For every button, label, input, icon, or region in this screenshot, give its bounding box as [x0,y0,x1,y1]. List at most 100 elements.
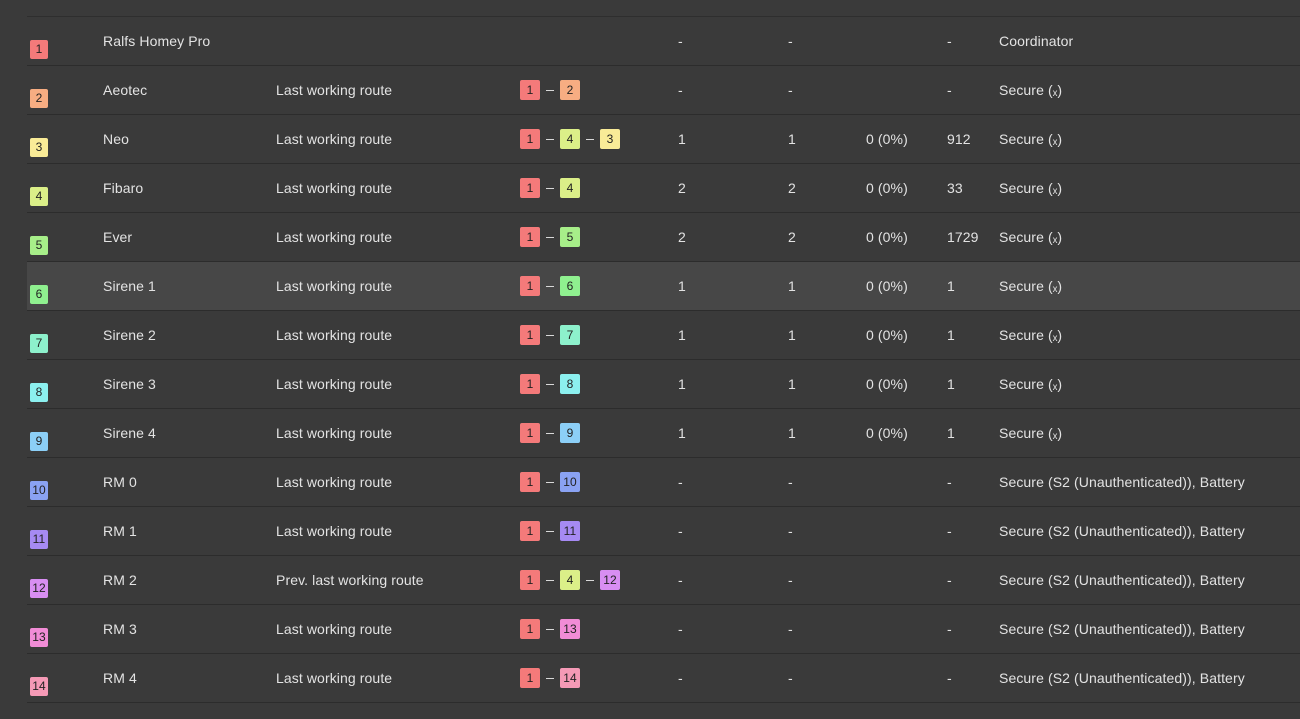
failed-value: 0 (0%) [866,327,908,343]
repeaters-value: 2 [788,180,796,196]
table-row-node-2[interactable]: 2 Aeotec Last working route 12 - - - Sec… [27,66,1300,115]
route-hop-badge: 4 [560,570,580,590]
repeaters-value: 1 [788,131,796,147]
table-row-node-11[interactable]: 11 RM 1 Last working route 1 11 - - - Sec… [27,507,1300,556]
security-value: Secure (S2 (Unauthenticated)), Battery [999,523,1245,539]
table-row-node-9[interactable]: 9 Sirene 4 Last working route 19 1 1 0 (… [27,409,1300,458]
repeaters-value: 1 [788,376,796,392]
route-hop-badge: 1 [520,129,540,149]
route-connector [586,138,594,140]
route-connector [546,383,554,385]
count-value: - [947,670,952,686]
count-value: - [947,33,952,49]
node-id-badge: 12 [30,578,48,598]
count-value: - [947,523,952,539]
node-id-cell: 8 [30,360,48,408]
node-id-cell: 9 [30,409,48,457]
route-connector [546,187,554,189]
route-hop-badge: 3 [600,129,620,149]
repeaters-value: - [788,474,793,490]
table-row-node-5[interactable]: 5 Ever Last working route 15 2 2 0 (0%) … [27,213,1300,262]
count-value: - [947,572,952,588]
security-value: Secure (ₓ) [999,82,1063,98]
route-type: Last working route [276,425,393,441]
table-row-node-10[interactable]: 10 RM 0 Last working route 1 10 - - - Sec… [27,458,1300,507]
node-name: RM 1 [103,523,137,539]
node-name: Sirene 2 [103,327,156,343]
repeaters-value: 1 [788,278,796,294]
failed-value: 0 (0%) [866,131,908,147]
route-type: Last working route [276,131,393,147]
security-value: Secure (ₓ) [999,180,1063,196]
table-row-node-4[interactable]: 4 Fibaro Last working route 14 2 2 0 (0%… [27,164,1300,213]
route-connector [586,579,594,581]
table-row-node-13[interactable]: 13 RM 3 Last working route 1 13 - - - Sec… [27,605,1300,654]
failed-value: 0 (0%) [866,425,908,441]
route-connector [546,481,554,483]
route-path: 1 4 12 [520,556,620,604]
failed-value: 0 (0%) [866,376,908,392]
node-name: RM 3 [103,621,137,637]
route-hop-badge: 1 [520,276,540,296]
hops-value: - [678,670,683,686]
node-id-cell: 2 [30,66,48,114]
table-row-node-3[interactable]: 3 Neo Last working route 143 1 1 0 (0%) … [27,115,1300,164]
route-connector [546,432,554,434]
route-hop-badge: 13 [560,619,580,639]
table-row-node-14[interactable]: 14 RM 4 Last working route 1 14 - - - Sec… [27,654,1300,703]
repeaters-value: - [788,33,793,49]
repeaters-value: - [788,82,793,98]
route-hop-badge: 4 [560,129,580,149]
count-value: 1 [947,376,955,392]
table-row-node-7[interactable]: 7 Sirene 2 Last working route 17 1 1 0 (… [27,311,1300,360]
security-value: Secure (ₓ) [999,425,1063,441]
node-id-cell: 10 [30,458,48,506]
route-type: Last working route [276,82,393,98]
count-value: - [947,82,952,98]
node-id-cell: 1 [30,17,48,65]
node-id-badge: 2 [30,88,48,108]
table-row-node-6[interactable]: 6 Sirene 1 Last working route 16 1 1 0 (… [27,262,1300,311]
route-connector [546,285,554,287]
node-id-badge: 8 [30,382,48,402]
table-row-node-1[interactable]: 1 Ralfs Homey Pro - - - Coordinator [27,17,1300,66]
repeaters-value: - [788,670,793,686]
node-name: RM 0 [103,474,137,490]
security-value: Secure (ₓ) [999,131,1063,147]
node-id-cell: 4 [30,164,48,212]
route-path: 1 11 [520,507,580,555]
node-id-badge: 4 [30,186,48,206]
node-name: Sirene 1 [103,278,156,294]
node-name: Ever [103,229,133,245]
count-value: - [947,474,952,490]
repeaters-value: 2 [788,229,796,245]
route-path: 17 [520,311,580,359]
hops-value: - [678,572,683,588]
route-hop-badge: 6 [560,276,580,296]
hops-value: - [678,621,683,637]
route-hop-badge: 1 [520,423,540,443]
node-name: RM 2 [103,572,137,588]
route-connector [546,89,554,91]
hops-value: 1 [678,278,686,294]
table-row-node-12[interactable]: 12 RM 2 Prev. last working route 1 4 12 - … [27,556,1300,605]
route-connector [546,530,554,532]
route-path: 15 [520,213,580,261]
route-connector [546,236,554,238]
route-type: Last working route [276,180,393,196]
hops-value: - [678,82,683,98]
route-connector [546,677,554,679]
node-name: Sirene 4 [103,425,156,441]
route-connector [546,579,554,581]
node-id-cell: 3 [30,115,48,163]
node-id-badge: 11 [30,529,48,549]
route-hop-badge: 1 [520,521,540,541]
route-hop-badge: 14 [560,668,580,688]
table-row-node-8[interactable]: 8 Sirene 3 Last working route 18 1 1 0 (… [27,360,1300,409]
node-id-cell: 6 [30,262,48,310]
node-id-badge: 6 [30,284,48,304]
node-name: RM 4 [103,670,137,686]
node-id-badge: 14 [30,676,48,696]
route-hop-badge: 1 [520,668,540,688]
route-path: 143 [520,115,620,163]
